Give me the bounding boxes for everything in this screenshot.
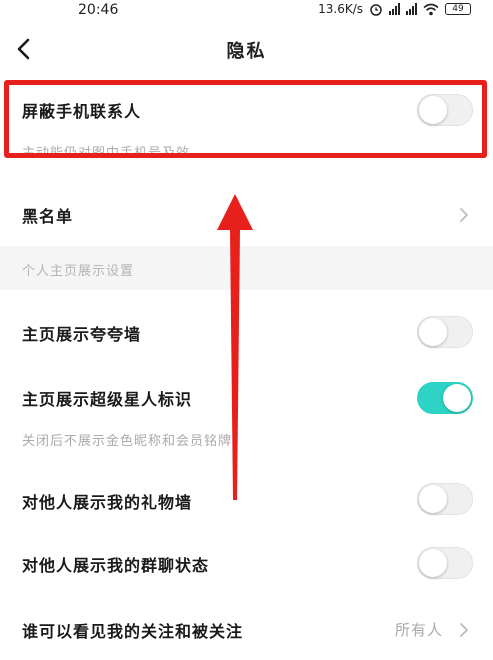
cellular-signal-2-icon <box>406 3 417 15</box>
status-bar: 20:46 13.6K/s 49 <box>0 0 493 24</box>
praise-wall-label: 主页展示夸夸墙 <box>22 325 142 344</box>
toggle-knob <box>419 485 447 513</box>
battery-icon: 49 <box>445 3 471 15</box>
status-icons: 13.6K/s 49 <box>318 2 471 16</box>
group-status-row[interactable]: 对他人展示我的群聊状态 <box>0 540 493 586</box>
group-status-label: 对他人展示我的群聊状态 <box>22 556 210 575</box>
cellular-signal-icon <box>389 3 400 15</box>
toggle-knob <box>419 318 447 346</box>
arrow-up-annotation <box>217 194 253 500</box>
wifi-icon <box>423 3 439 15</box>
section-title: 个人主页展示设置 <box>22 264 135 279</box>
nav-bar: 隐私 <box>0 26 493 72</box>
gift-wall-label: 对他人展示我的礼物墙 <box>22 493 193 512</box>
group-status-toggle[interactable] <box>417 547 473 579</box>
superstar-badge-description: 关闭后不展示金色昵称和会员铭牌 <box>22 434 233 449</box>
follow-visibility-label: 谁可以看见我的关注和被关注 <box>22 622 244 641</box>
highlight-box <box>4 80 487 158</box>
gift-wall-toggle[interactable] <box>417 483 473 515</box>
superstar-badge-label: 主页展示超级星人标识 <box>22 390 193 409</box>
blacklist-label: 黑名单 <box>22 207 74 226</box>
follow-visibility-row[interactable]: 谁可以看见我的关注和被关注 所有人 <box>0 606 493 652</box>
network-speed: 13.6K/s <box>318 2 363 16</box>
status-time: 20:46 <box>78 2 119 18</box>
chevron-right-icon <box>460 208 468 222</box>
praise-wall-toggle[interactable] <box>417 316 473 348</box>
follow-visibility-value: 所有人 <box>394 621 443 639</box>
page-title: 隐私 <box>226 41 267 62</box>
toggle-knob <box>443 384 471 412</box>
toggle-knob <box>419 549 447 577</box>
superstar-badge-toggle[interactable] <box>417 382 473 414</box>
chevron-right-icon <box>460 623 468 637</box>
alarm-icon <box>370 4 382 16</box>
